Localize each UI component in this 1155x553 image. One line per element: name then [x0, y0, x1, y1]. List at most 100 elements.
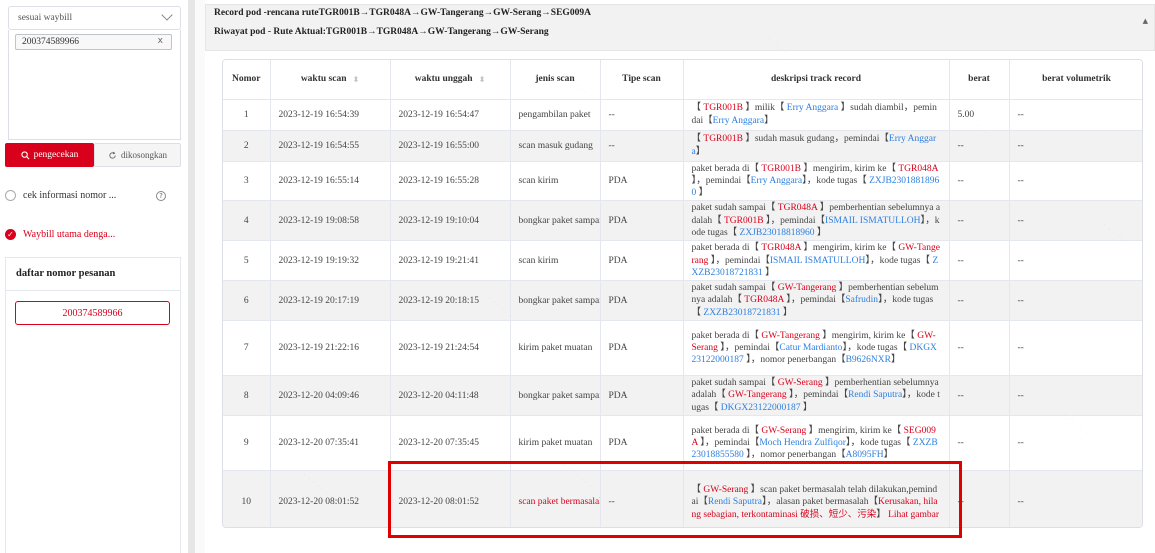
- desc-text: 】: [696, 188, 709, 199]
- cell-waktu-unggah: 2023-12-20 04:11:48: [390, 375, 511, 416]
- close-icon[interactable]: x: [158, 36, 163, 46]
- info-link[interactable]: DKGX23122000187: [721, 403, 801, 413]
- cell-waktu-scan: 2023-12-20 04:09:46: [270, 375, 391, 416]
- desc-text: 】: [695, 146, 706, 157]
- planned-route: Record pod -rencana ruteTGR001B→TGR048A→…: [214, 8, 591, 18]
- cell-deskripsi: 【 TGR001B 】milik【 Erry Anggara 】sudah di…: [683, 99, 950, 131]
- table-row[interactable]: 5 2023-12-19 19:19:32 2023-12-19 19:21:41 s…: [223, 240, 1142, 282]
- search-icon: [20, 150, 30, 159]
- clear-button-label: dikosongkan: [121, 150, 167, 160]
- info-link[interactable]: ZXZB23018721831: [703, 308, 780, 318]
- radio-unchecked-icon[interactable]: [5, 190, 16, 201]
- table-row[interactable]: 8 2023-12-20 04:09:46 2023-12-20 04:11:48 b…: [223, 375, 1142, 416]
- cell-tipe-scan: PDA: [600, 240, 684, 282]
- left-panel: sesuai waybill 200374589966 x pengecekan…: [0, 0, 188, 553]
- cell-waktu-unggah: 2023-12-19 20:18:15: [390, 280, 511, 322]
- desc-text: 【: [691, 103, 704, 114]
- info-link[interactable]: Rendi Saputra: [708, 497, 762, 507]
- cell-deskripsi: paket berada di【 TGR048A 】mengirim, kiri…: [683, 240, 950, 282]
- option-check-info[interactable]: cek informasi nomor ...: [5, 190, 116, 201]
- cell-deskripsi: paket sudah sampai【 GW-Tangerang 】pember…: [683, 280, 950, 322]
- location-highlight: GW-Tangerang: [728, 390, 787, 401]
- clear-button[interactable]: dikosongkan: [94, 143, 181, 167]
- cell-berat-volumetrik: --: [1009, 130, 1142, 162]
- table-row[interactable]: 2 2023-12-19 16:54:55 2023-12-19 16:55:00 s…: [223, 130, 1142, 162]
- search-button[interactable]: pengecekan: [5, 143, 94, 167]
- desc-text: 】，kode tugas【: [865, 255, 933, 266]
- cell-berat-volumetrik: --: [1009, 280, 1142, 322]
- desc-text: 】，pemindai【: [763, 215, 826, 226]
- cell-berat-volumetrik: --: [1009, 99, 1142, 131]
- table-row[interactable]: 7 2023-12-19 21:22:16 2023-12-19 21:24:54 k…: [223, 320, 1142, 377]
- table-row[interactable]: 6 2023-12-19 20:17:19 2023-12-19 20:18:15 b…: [223, 280, 1142, 322]
- info-link[interactable]: ZXJB23018818960: [740, 228, 815, 238]
- cell-jenis-scan: kirim paket muatan: [510, 415, 601, 471]
- desc-text: 】，pemindai【: [697, 437, 760, 448]
- location-highlight: TGR001B: [761, 163, 801, 174]
- help-icon[interactable]: ?: [156, 191, 166, 201]
- table-body: 1 2023-12-19 16:54:39 2023-12-19 16:54:47 p…: [223, 99, 1142, 527]
- cell-berat: 5.00: [949, 99, 1010, 131]
- table-header-row: Nomor waktu scan ⬍ waktu unggah ⬍ jenis sc…: [223, 60, 1142, 100]
- location-highlight: GW-Tangerang: [761, 330, 820, 341]
- cell-nomor: 10: [223, 470, 271, 527]
- location-highlight: TGR048A: [761, 243, 801, 254]
- cell-waktu-scan: 2023-12-19 20:17:19: [270, 280, 391, 322]
- order-item-button[interactable]: 200374589966: [15, 301, 170, 325]
- desc-text: 】mengirim, kirim ke【: [819, 330, 918, 341]
- desc-text: paket sudah sampai【: [691, 203, 778, 214]
- info-link[interactable]: Erry Anggara: [713, 116, 764, 126]
- cell-jenis-scan: bongkar paket sampai: [510, 375, 601, 416]
- collapse-up-icon[interactable]: ▲: [1143, 17, 1148, 25]
- waybill-input-area[interactable]: 200374589966 x: [8, 30, 181, 140]
- col-waktu-scan[interactable]: waktu scan ⬍: [270, 60, 391, 100]
- info-link[interactable]: A8095FH: [846, 450, 884, 460]
- info-link[interactable]: Catur Mardianto: [779, 343, 842, 353]
- info-link[interactable]: B9626NXR: [846, 355, 891, 365]
- desc-text: 】，pemindai【: [717, 342, 780, 353]
- cell-tipe-scan: --: [600, 470, 684, 527]
- info-link[interactable]: ISMAIL ISMATULLOH: [825, 216, 920, 226]
- cell-waktu-unggah: 2023-12-20 08:01:52: [390, 470, 511, 527]
- info-link[interactable]: ISMAIL ISMATULLOH: [770, 256, 865, 266]
- radio-checked-icon[interactable]: ✓: [5, 229, 16, 240]
- location-highlight: GW-Serang: [761, 425, 807, 436]
- cell-waktu-scan: 2023-12-20 08:01:52: [270, 470, 391, 527]
- info-link[interactable]: Erry Anggara: [751, 176, 802, 186]
- table-row[interactable]: 9 2023-12-20 07:35:41 2023-12-20 07:35:45 k…: [223, 415, 1142, 471]
- info-link[interactable]: Moch Hendra Zulfiqor: [759, 438, 846, 448]
- cell-jenis-scan: scan kirim: [510, 161, 601, 202]
- col-jenis-scan: jenis scan: [510, 60, 601, 100]
- col-waktu-unggah[interactable]: waktu unggah ⬍: [390, 60, 511, 100]
- desc-text: 】，nomor penerbangan【: [743, 450, 846, 461]
- desc-text: 】: [762, 267, 775, 278]
- info-link[interactable]: Safrudin: [845, 295, 878, 305]
- search-mode-select[interactable]: sesuai waybill: [8, 6, 181, 30]
- sort-icon[interactable]: ⬍: [352, 75, 359, 84]
- option-main-waybill[interactable]: ✓ Waybill utama denga...: [5, 229, 115, 240]
- sort-icon[interactable]: ⬍: [479, 75, 486, 84]
- desc-text: 】，pemindai【: [691, 175, 751, 186]
- table-row[interactable]: 10 2023-12-20 08:01:52 2023-12-20 08:01:52…: [223, 470, 1142, 527]
- desc-text: paket berada di【: [691, 425, 762, 436]
- location-highlight: TGR001B: [703, 134, 743, 145]
- table-row[interactable]: 1 2023-12-19 16:54:39 2023-12-19 16:54:47 p…: [223, 99, 1142, 131]
- cell-tipe-scan: PDA: [600, 415, 684, 471]
- info-link[interactable]: Erry Anggara: [787, 103, 838, 113]
- cell-waktu-unggah: 2023-12-19 19:10:04: [390, 200, 511, 242]
- desc-text: paket berada di【: [691, 163, 762, 174]
- table-row[interactable]: 4 2023-12-19 19:08:58 2023-12-19 19:10:04 b…: [223, 200, 1142, 242]
- info-link[interactable]: Rendi Saputra: [848, 390, 902, 400]
- col-berat: berat: [949, 60, 1010, 100]
- cell-waktu-scan: 2023-12-19 19:08:58: [270, 200, 391, 242]
- cell-jenis-scan: scan masuk gudang: [510, 130, 601, 162]
- col-tipe-scan: Tipe scan: [600, 60, 684, 100]
- panel-divider[interactable]: [188, 0, 195, 553]
- table-row[interactable]: 3 2023-12-19 16:55:14 2023-12-19 16:55:28 s…: [223, 161, 1142, 202]
- cell-waktu-scan: 2023-12-19 21:22:16: [270, 320, 391, 377]
- col-waktu-scan-label: waktu scan: [300, 74, 347, 85]
- cell-deskripsi: paket berada di【 GW-Serang 】mengirim, ki…: [683, 415, 950, 471]
- cell-berat-volumetrik: --: [1009, 320, 1142, 377]
- cell-waktu-scan: 2023-12-19 16:54:39: [270, 99, 391, 131]
- cell-nomor: 5: [223, 240, 271, 282]
